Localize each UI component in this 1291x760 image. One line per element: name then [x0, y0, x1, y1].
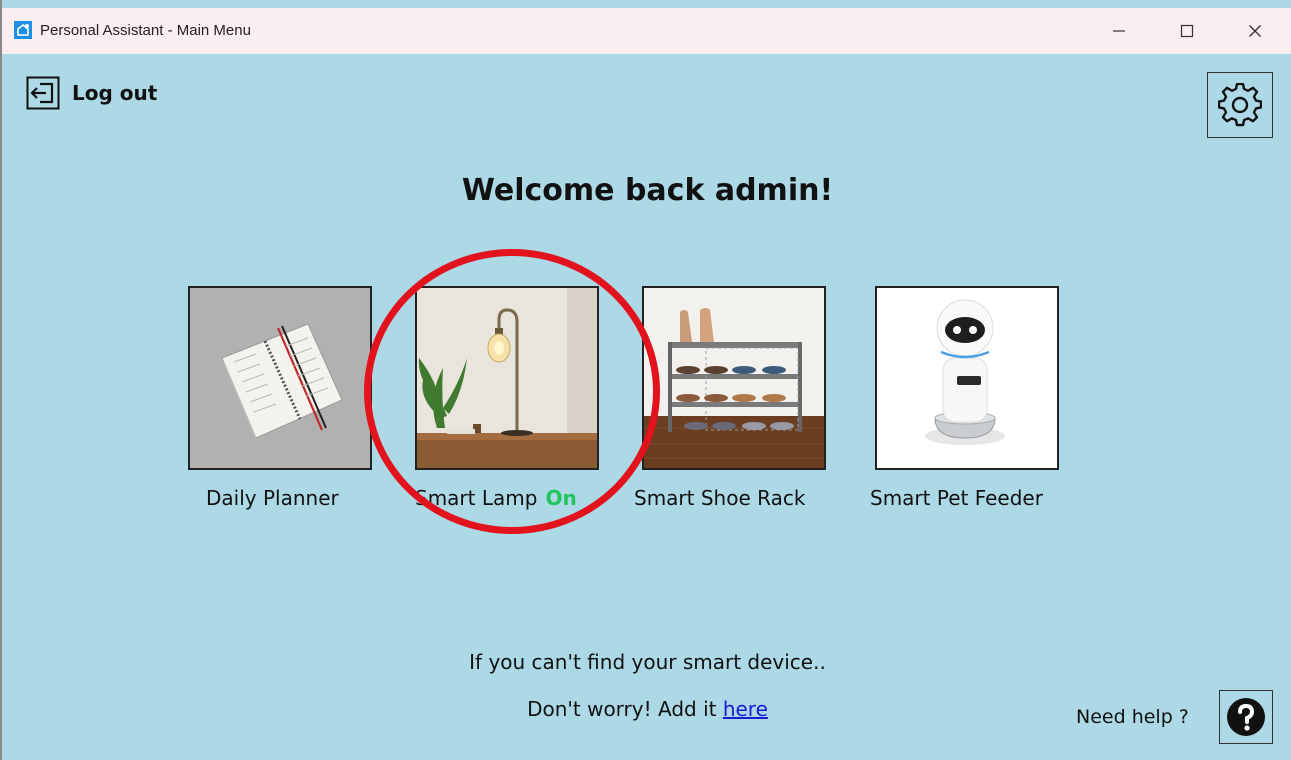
maximize-button[interactable]: [1172, 16, 1202, 46]
close-button[interactable]: [1240, 16, 1270, 46]
help-button[interactable]: [1219, 690, 1273, 744]
add-device-prefix: Don't worry! Add it: [527, 697, 723, 721]
smart-lamp-label-group: Smart Lamp On: [415, 486, 577, 510]
help-label: Need help ?: [1076, 706, 1189, 728]
add-device-link[interactable]: here: [723, 697, 768, 721]
smart-shoe-rack-label: Smart Shoe Rack: [634, 486, 806, 510]
daily-planner-image: [190, 288, 370, 468]
logout-icon: [26, 76, 60, 110]
question-icon: [1227, 698, 1265, 736]
missing-device-text: If you can't find your smart device..: [469, 650, 826, 674]
main-window: Personal Assistant - Main Menu Log out W…: [0, 0, 1291, 760]
logout-button[interactable]: Log out: [26, 76, 157, 110]
close-icon: [1249, 25, 1261, 37]
daily-planner-tile[interactable]: [188, 286, 372, 470]
gear-icon: [1218, 83, 1262, 127]
lamp-status-badge: On: [545, 486, 577, 510]
smart-pet-feeder-tile[interactable]: [875, 286, 1059, 470]
smart-lamp-image: [417, 288, 597, 468]
smart-pet-feeder-image: [877, 288, 1057, 468]
logout-label: Log out: [72, 81, 158, 105]
smart-shoe-rack-image: [644, 288, 824, 468]
smart-pet-feeder-label: Smart Pet Feeder: [870, 486, 1043, 510]
smart-lamp-label: Smart Lamp: [415, 486, 538, 510]
app-icon: [14, 21, 32, 39]
minimize-icon: [1113, 30, 1125, 32]
smart-shoe-rack-tile[interactable]: [642, 286, 826, 470]
daily-planner-label: Daily Planner: [206, 486, 339, 510]
welcome-heading: Welcome back admin!: [461, 173, 834, 208]
minimize-button[interactable]: [1104, 16, 1134, 46]
maximize-icon: [1180, 24, 1194, 38]
smart-lamp-tile[interactable]: [415, 286, 599, 470]
title-bar: Personal Assistant - Main Menu: [2, 8, 1291, 54]
settings-button[interactable]: [1207, 72, 1273, 138]
window-title: Personal Assistant - Main Menu: [40, 22, 251, 39]
